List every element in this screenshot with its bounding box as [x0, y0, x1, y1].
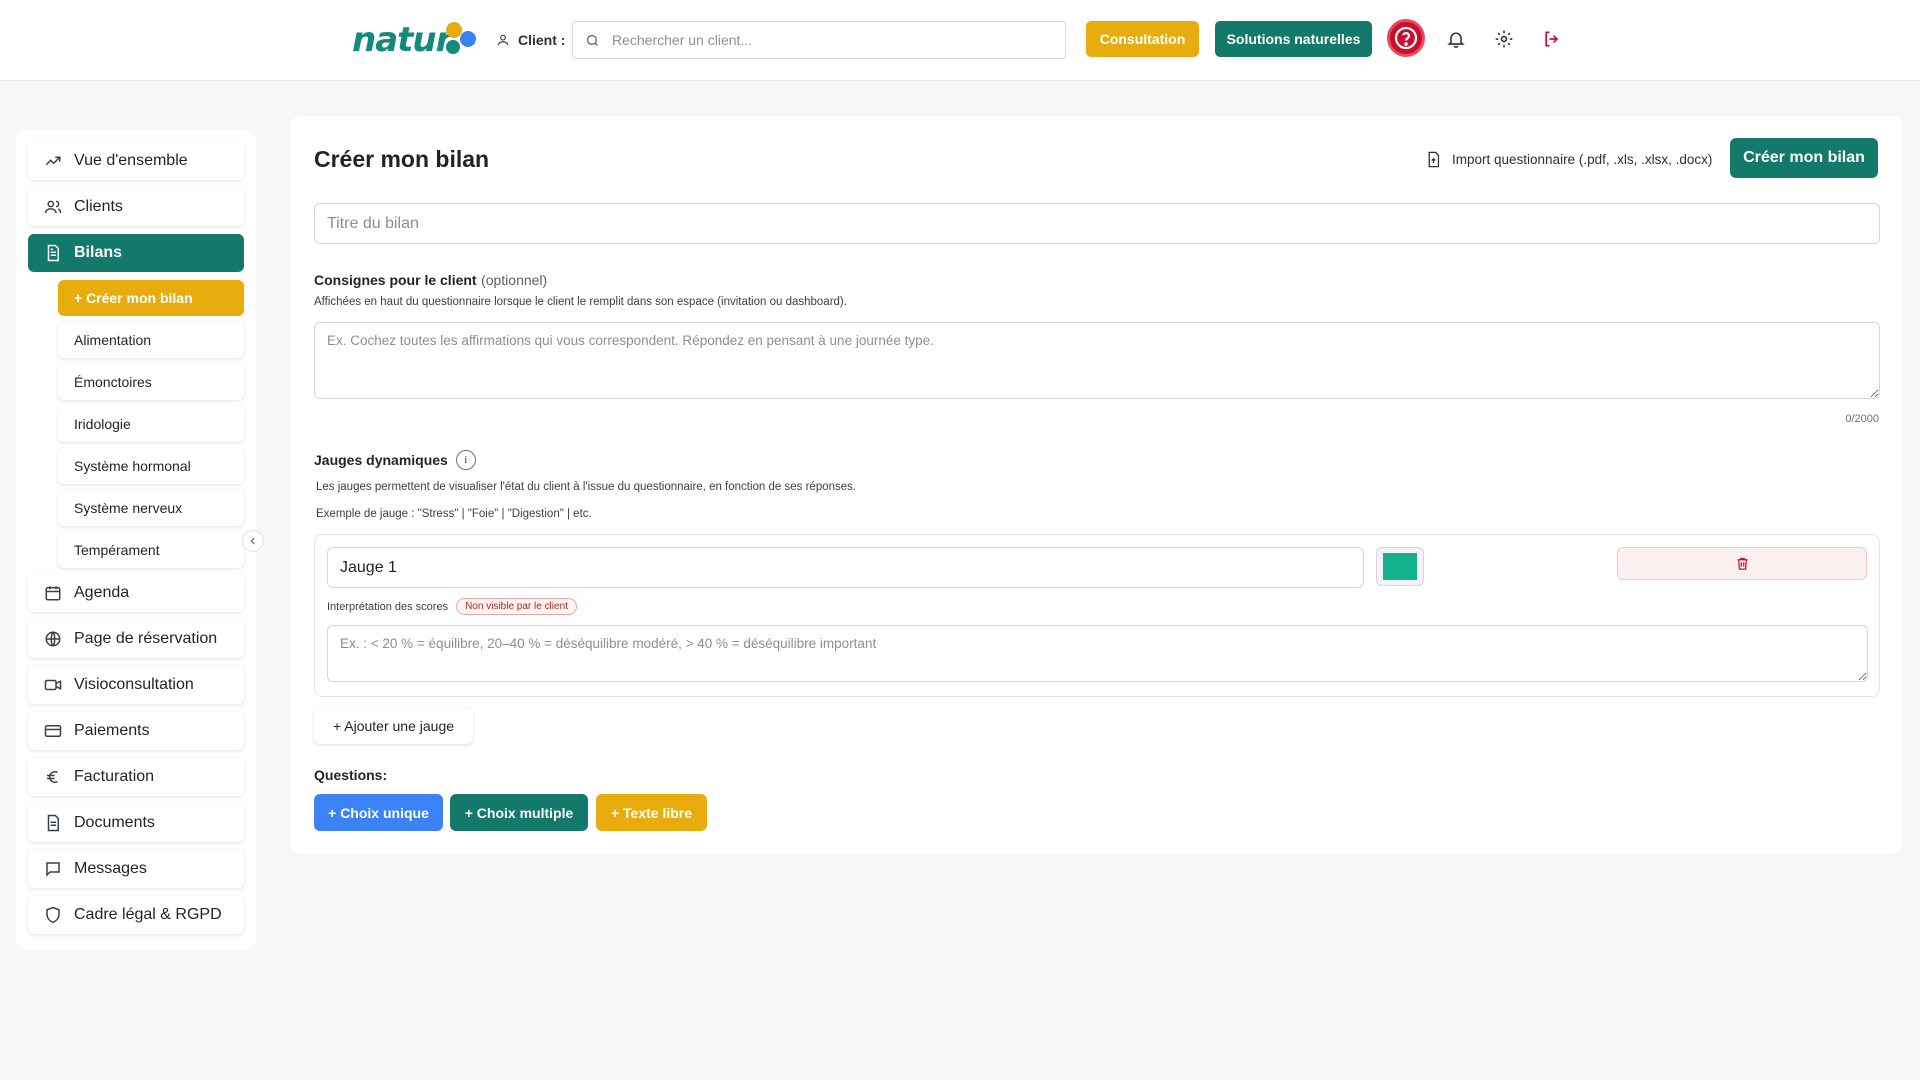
calendar-icon — [45, 586, 61, 601]
score-interpretation-textarea[interactable] — [327, 625, 1868, 682]
client-search-input[interactable] — [612, 32, 1032, 48]
questions-label: Questions: — [314, 767, 388, 783]
add-free-text-button[interactable]: + Texte libre — [596, 794, 707, 831]
gauges-hint-1: Les jauges permettent de visualiser l'ét… — [316, 481, 857, 493]
gauge-item: Interprétation des scores Non visible pa… — [314, 534, 1880, 697]
help-button[interactable] — [1387, 19, 1425, 57]
instructions-optional-text: (optionnel) — [481, 272, 548, 288]
sidebar-item-label: Cadre légal & RGPD — [74, 906, 222, 923]
globe-icon — [45, 631, 61, 647]
import-questionnaire-label: Import questionnaire (.pdf, .xls, .xlsx,… — [1452, 151, 1713, 167]
gauge-name-input[interactable] — [327, 547, 1364, 588]
user-icon — [497, 34, 509, 46]
bell-icon[interactable] — [1445, 28, 1467, 50]
sidebar-item-label: Bilans — [74, 244, 123, 261]
consultation-button[interactable]: Consultation — [1086, 21, 1199, 57]
euro-icon — [47, 771, 58, 783]
users-icon — [44, 200, 62, 214]
sidebar-item-paiements[interactable]: Paiements — [28, 712, 244, 750]
sidebar-subitem-systeme-hormonal[interactable]: Système hormonal — [58, 448, 244, 484]
sidebar-item-agenda[interactable]: Agenda — [28, 574, 244, 612]
logo-text: natur — [352, 20, 452, 60]
instructions-hint: Affichées en haut du questionnaire lorsq… — [314, 296, 847, 308]
logo-dot-blue — [460, 31, 476, 47]
sidebar-subitem-emonctoires[interactable]: Émonctoires — [58, 364, 244, 400]
sidebar-item-label: Clients — [74, 198, 123, 215]
sidebar-item-label: Documents — [74, 814, 155, 831]
file-upload-icon — [1428, 151, 1440, 167]
sidebar-subitem-temperament[interactable]: Tempérament — [58, 532, 244, 568]
gauges-label: Jauges dynamiques — [314, 452, 448, 468]
video-icon — [44, 679, 62, 691]
client-label-text: Client : — [518, 32, 566, 48]
gauges-hint-2: Exemple de jauge : "Stress" | "Foie" | "… — [316, 508, 592, 520]
credit-card-icon — [44, 725, 62, 737]
add-gauge-button[interactable]: + Ajouter une jauge — [314, 708, 473, 744]
sidebar-item-documents[interactable]: Documents — [28, 804, 244, 842]
chevron-left-icon — [250, 537, 255, 545]
client-label: Client : — [496, 30, 565, 50]
trash-icon — [1737, 557, 1747, 570]
sidebar-item-label: Visioconsultation — [74, 676, 194, 693]
sidebar-subitem-creer-bilan[interactable]: + Créer mon bilan — [58, 280, 244, 316]
logout-icon[interactable] — [1541, 28, 1563, 50]
logo[interactable]: natur — [352, 18, 482, 62]
question-mark-icon — [1394, 26, 1418, 50]
sidebar-subitem-iridologie[interactable]: Iridologie — [58, 406, 244, 442]
message-icon — [46, 862, 60, 877]
sidebar-item-vue-ensemble[interactable]: Vue d'ensemble — [28, 142, 244, 180]
sidebar-item-label: Agenda — [74, 584, 130, 601]
instructions-label: Consignes pour le client (optionnel) — [314, 272, 547, 290]
client-search-box[interactable] — [572, 21, 1066, 59]
add-multiple-choice-button[interactable]: + Choix multiple — [450, 794, 588, 831]
instructions-counter: 0/2000 — [1845, 413, 1879, 425]
score-interpretation-row: Interprétation des scores Non visible pa… — [327, 598, 577, 615]
instructions-label-text: Consignes pour le client — [314, 272, 477, 288]
sidebar-item-label: Vue d'ensemble — [74, 152, 188, 169]
sidebar-item-visioconsultation[interactable]: Visioconsultation — [28, 666, 244, 704]
gauges-heading: Jauges dynamiques i — [314, 450, 476, 470]
import-questionnaire-link[interactable]: Import questionnaire (.pdf, .xls, .xlsx,… — [1425, 148, 1712, 170]
gear-icon[interactable] — [1493, 28, 1515, 50]
sidebar-item-clients[interactable]: Clients — [28, 188, 244, 226]
sidebar-item-label: Page de réservation — [74, 630, 218, 647]
top-bar: natur Client : Consultation Solutions na… — [0, 0, 1920, 81]
document-icon — [47, 244, 59, 262]
search-icon — [586, 34, 598, 46]
shield-icon — [46, 906, 60, 924]
logo-dot-green — [446, 40, 460, 54]
file-icon — [47, 814, 59, 832]
sidebar-item-bilans[interactable]: Bilans — [28, 234, 244, 272]
trend-up-icon — [45, 156, 61, 166]
sidebar-item-label: Facturation — [74, 768, 155, 785]
sidebar-item-facturation[interactable]: Facturation — [28, 758, 244, 796]
sidebar-item-label: Paiements — [74, 722, 150, 739]
page-title: Créer mon bilan — [314, 146, 490, 172]
add-single-choice-button[interactable]: + Choix unique — [314, 794, 443, 831]
delete-gauge-button[interactable] — [1617, 547, 1867, 580]
not-visible-badge: Non visible par le client — [456, 598, 577, 615]
sidebar-collapse-button[interactable] — [242, 530, 264, 552]
info-icon[interactable]: i — [455, 450, 476, 470]
bilan-title-input[interactable] — [314, 203, 1880, 244]
main-card: Créer mon bilan Import questionnaire (.p… — [290, 116, 1903, 854]
solutions-naturelles-button[interactable]: Solutions naturelles — [1215, 21, 1372, 57]
sidebar-item-messages[interactable]: Messages — [28, 850, 244, 888]
sidebar-subitem-systeme-nerveux[interactable]: Système nerveux — [58, 490, 244, 526]
sidebar-item-label: Messages — [74, 860, 147, 877]
score-interpretation-label: Interprétation des scores — [327, 600, 449, 613]
sidebar-item-page-reservation[interactable]: Page de réservation — [28, 620, 244, 658]
sidebar-item-cadre-legal[interactable]: Cadre légal & RGPD — [28, 896, 244, 934]
sidebar-subitem-alimentation[interactable]: Alimentation — [58, 322, 244, 358]
sidebar: Vue d'ensemble Clients Bilans + Créer mo… — [16, 130, 256, 950]
instructions-textarea[interactable] — [314, 322, 1880, 399]
gauge-color-picker[interactable] — [1376, 547, 1424, 586]
create-bilan-button[interactable]: Créer mon bilan — [1730, 138, 1878, 178]
gauge-color-swatch — [1383, 553, 1417, 580]
